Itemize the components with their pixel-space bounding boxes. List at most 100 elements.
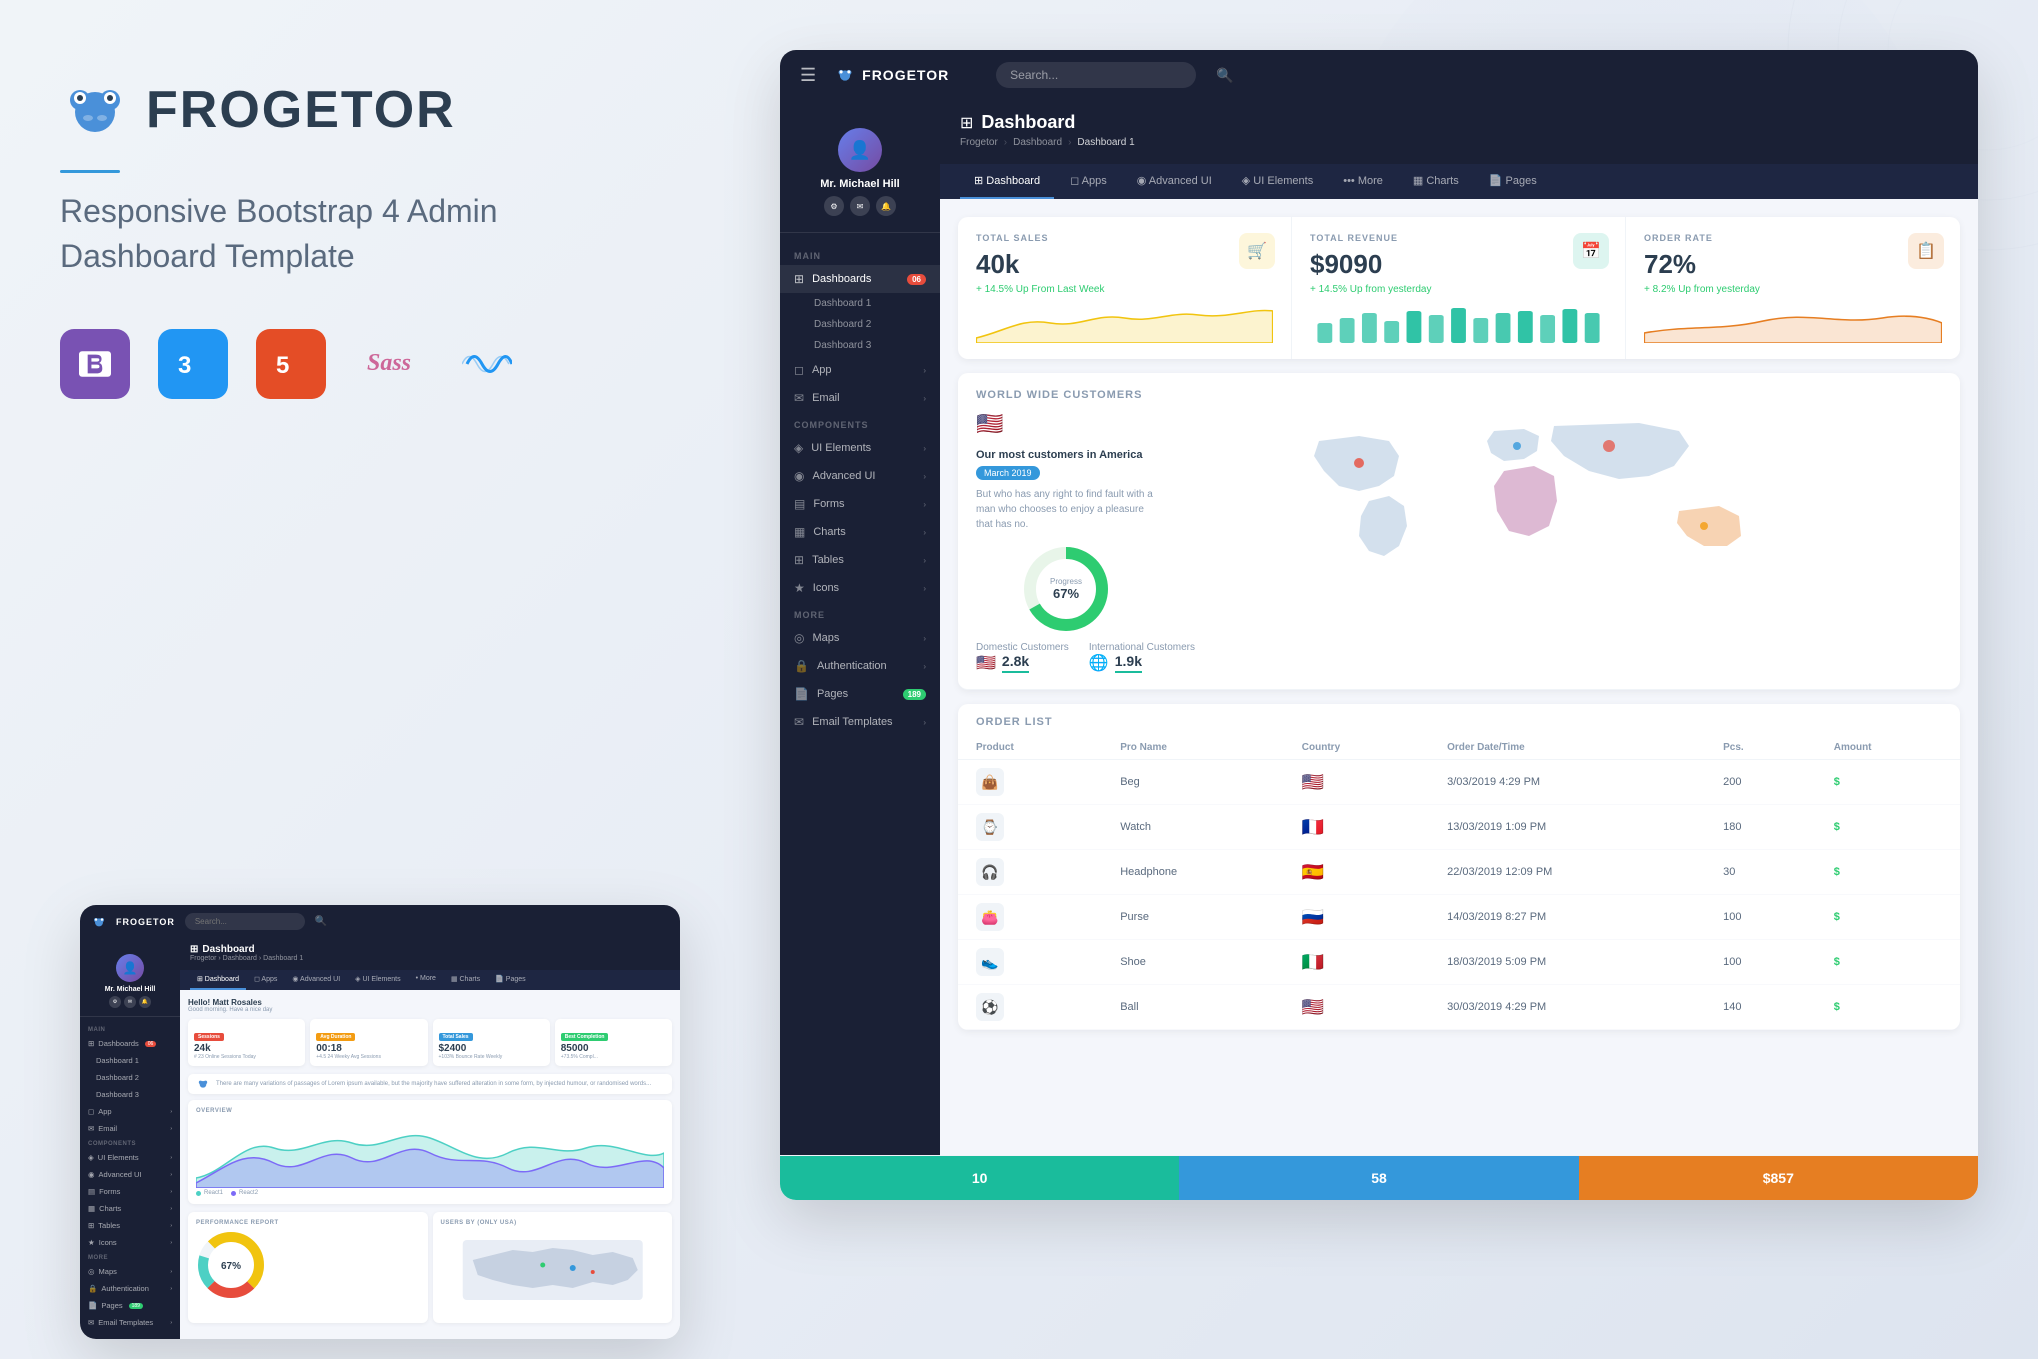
dashboards-icon: ⊞	[794, 272, 804, 286]
advanced-ui-arrow: ›	[923, 472, 926, 481]
maps-label: Maps	[812, 632, 839, 644]
maps-arrow: ›	[923, 634, 926, 643]
sass-icon: Sass	[354, 329, 424, 399]
sidebar-item-app[interactable]: ◻ App ›	[780, 356, 940, 384]
tab-pages[interactable]: 📄 Pages	[1475, 164, 1551, 199]
dash-main-content: ⊞ Dashboard Frogetor › Dashboard › Dashb…	[940, 100, 1978, 1155]
small-tab-more[interactable]: • More	[409, 970, 443, 990]
bottom-tab-3[interactable]: $857	[1579, 1156, 1978, 1200]
total-sales-change: + 14.5% Up From Last Week	[976, 284, 1273, 295]
sidebar-dashboard3[interactable]: Dashboard 3	[780, 335, 940, 356]
order-table: Product Pro Name Country Order Date/Time…	[958, 736, 1960, 1030]
sidebar-item-tables[interactable]: ⊞ Tables ›	[780, 546, 940, 574]
small-user-action[interactable]: ⚙	[109, 996, 121, 1008]
sidebar-item-auth[interactable]: 🔒 Authentication ›	[780, 652, 940, 680]
international-label: International Customers	[1089, 642, 1195, 653]
small-sidebar-forms[interactable]: ▤ Forms ›	[80, 1183, 180, 1200]
sidebar-item-email[interactable]: ✉ Email ›	[780, 384, 940, 412]
order-list-section: ORDER LIST Product Pro Name Country Orde…	[958, 704, 1960, 1030]
user-notifications-btn[interactable]: 🔔	[876, 196, 896, 216]
small-sidebar-pages[interactable]: 📄 Pages 189	[80, 1297, 180, 1314]
sidebar-item-pages[interactable]: 📄 Pages 189	[780, 680, 940, 708]
hamburger-icon[interactable]: ☰	[800, 65, 816, 86]
small-sidebar-maps[interactable]: ◎ Maps ›	[80, 1263, 180, 1280]
sidebar-more-label: MORE	[780, 602, 940, 624]
customer-stats: Domestic Customers 🇺🇸 2.8k	[976, 642, 1942, 673]
tab-more[interactable]: ••• More	[1329, 164, 1397, 199]
sidebar-item-forms[interactable]: ▤ Forms ›	[780, 490, 940, 518]
small-sidebar-charts[interactable]: ▦ Charts ›	[80, 1200, 180, 1217]
small-sidebar-email-templates[interactable]: ✉ Email Templates ›	[80, 1314, 180, 1331]
brand-header: FROGETOR	[60, 80, 720, 140]
small-users-card: USERS BY (ONLY USA)	[433, 1212, 673, 1323]
frog-logo-icon	[60, 80, 130, 140]
small-sidebar-icons[interactable]: ★ Icons ›	[80, 1234, 180, 1251]
sidebar-dashboard1[interactable]: Dashboard 1	[780, 293, 940, 314]
sidebar-item-icons[interactable]: ★ Icons ›	[780, 574, 940, 602]
order-flag-1: 🇫🇷	[1302, 817, 1324, 837]
dash-logo-area: FROGETOR	[836, 67, 976, 83]
small-stat-value-3: $2400	[439, 1043, 544, 1054]
right-stats-row: 🛒 TOTAL SALES 40k + 14.5% Up From Last W…	[958, 217, 1960, 359]
small-user-name: Mr. Michael Hill	[88, 986, 172, 993]
pages-icon: 📄	[794, 687, 809, 701]
small-sidebar-auth[interactable]: 🔒 Authentication ›	[80, 1280, 180, 1297]
month-badge: March 2019	[976, 466, 1040, 480]
sidebar-item-advanced-ui[interactable]: ◉ Advanced UI ›	[780, 462, 940, 490]
product-icon-0: 👜	[976, 768, 1004, 796]
small-sidebar-ui[interactable]: ◈ UI Elements ›	[80, 1149, 180, 1166]
small-badge-completion: Best Completion	[561, 1033, 609, 1041]
small-tab-charts[interactable]: ▦ Charts	[444, 970, 487, 990]
small-tab-dashboard[interactable]: ⊞ Dashboard	[190, 970, 246, 990]
dash-search-input[interactable]	[996, 62, 1196, 88]
small-tab-pages[interactable]: 📄 Pages	[488, 970, 533, 990]
user-settings-btn[interactable]: ⚙	[824, 196, 844, 216]
sidebar-item-ui-elements[interactable]: ◈ UI Elements ›	[780, 434, 940, 462]
small-tab-advanced[interactable]: ◉ Advanced UI	[285, 970, 347, 990]
stat-order-rate: 📋 ORDER RATE 72% + 8.2% Up from yesterda…	[1626, 217, 1960, 359]
product-icon-4: 👟	[976, 948, 1004, 976]
order-country-4: 🇮🇹	[1284, 940, 1429, 985]
small-sidebar-advanced[interactable]: ◉ Advanced UI ›	[80, 1166, 180, 1183]
tab-apps[interactable]: ◻ Apps	[1056, 164, 1121, 199]
tab-advanced-ui[interactable]: ◉ Advanced UI	[1123, 164, 1226, 199]
small-sidebar-dashboard3[interactable]: Dashboard 3	[80, 1086, 180, 1103]
sidebar-dashboard2[interactable]: Dashboard 2	[780, 314, 940, 335]
small-stat-sub-2: +4.5 24 Weeky Avg Sessions	[316, 1054, 421, 1060]
domestic-flag: 🇺🇸	[976, 653, 996, 673]
bottom-tab-1[interactable]: 10	[780, 1156, 1179, 1200]
small-maps-icon: ◎	[88, 1267, 95, 1276]
small-sidebar-dashboards[interactable]: ⊞ Dashboards 06	[80, 1035, 180, 1052]
small-overview-chart	[196, 1118, 664, 1188]
small-tables-arrow: ›	[170, 1223, 172, 1229]
small-search-input[interactable]	[185, 913, 305, 930]
bottom-tab-2[interactable]: 58	[1179, 1156, 1578, 1200]
small-tab-ui[interactable]: ◈ UI Elements	[348, 970, 407, 990]
small-sidebar-dashboard2[interactable]: Dashboard 2	[80, 1069, 180, 1086]
tab-dashboard[interactable]: ⊞ Dashboard	[960, 164, 1054, 199]
small-user-action-3[interactable]: 🔔	[139, 996, 151, 1008]
order-flag-3: 🇷🇺	[1302, 907, 1324, 927]
small-tab-apps[interactable]: ◻ Apps	[247, 970, 284, 990]
user-email-btn[interactable]: ✉	[850, 196, 870, 216]
sidebar-item-email-templates[interactable]: ✉ Email Templates ›	[780, 708, 940, 736]
sidebar-item-charts[interactable]: ▦ Charts ›	[780, 518, 940, 546]
product-icon-1: ⌚	[976, 813, 1004, 841]
ui-elements-label: UI Elements	[811, 442, 871, 454]
svg-text:3: 3	[178, 352, 191, 379]
sidebar-item-dashboards[interactable]: ⊞ Dashboards 06	[780, 265, 940, 293]
small-sidebar-dashboard1[interactable]: Dashboard 1	[80, 1052, 180, 1069]
sidebar-item-maps[interactable]: ◎ Maps ›	[780, 624, 940, 652]
small-sidebar-email[interactable]: ✉ Email ›	[80, 1120, 180, 1137]
order-flag-4: 🇮🇹	[1302, 952, 1324, 972]
small-sub: Good morning. Have a nice day	[188, 1007, 672, 1013]
small-sidebar-tables[interactable]: ⊞ Tables ›	[80, 1217, 180, 1234]
small-stat-card-4: Best Completion 85000 +73.5% Compl...	[555, 1019, 672, 1066]
order-country-1: 🇫🇷	[1284, 805, 1429, 850]
tab-charts[interactable]: ▦ Charts	[1399, 164, 1473, 199]
small-sidebar-app[interactable]: ◻ App ›	[80, 1103, 180, 1120]
tab-ui-elements[interactable]: ◈ UI Elements	[1228, 164, 1327, 199]
ui-elements-arrow: ›	[923, 444, 926, 453]
small-user-action-2[interactable]: ✉	[124, 996, 136, 1008]
col-pro-name: Pro Name	[1102, 736, 1284, 760]
